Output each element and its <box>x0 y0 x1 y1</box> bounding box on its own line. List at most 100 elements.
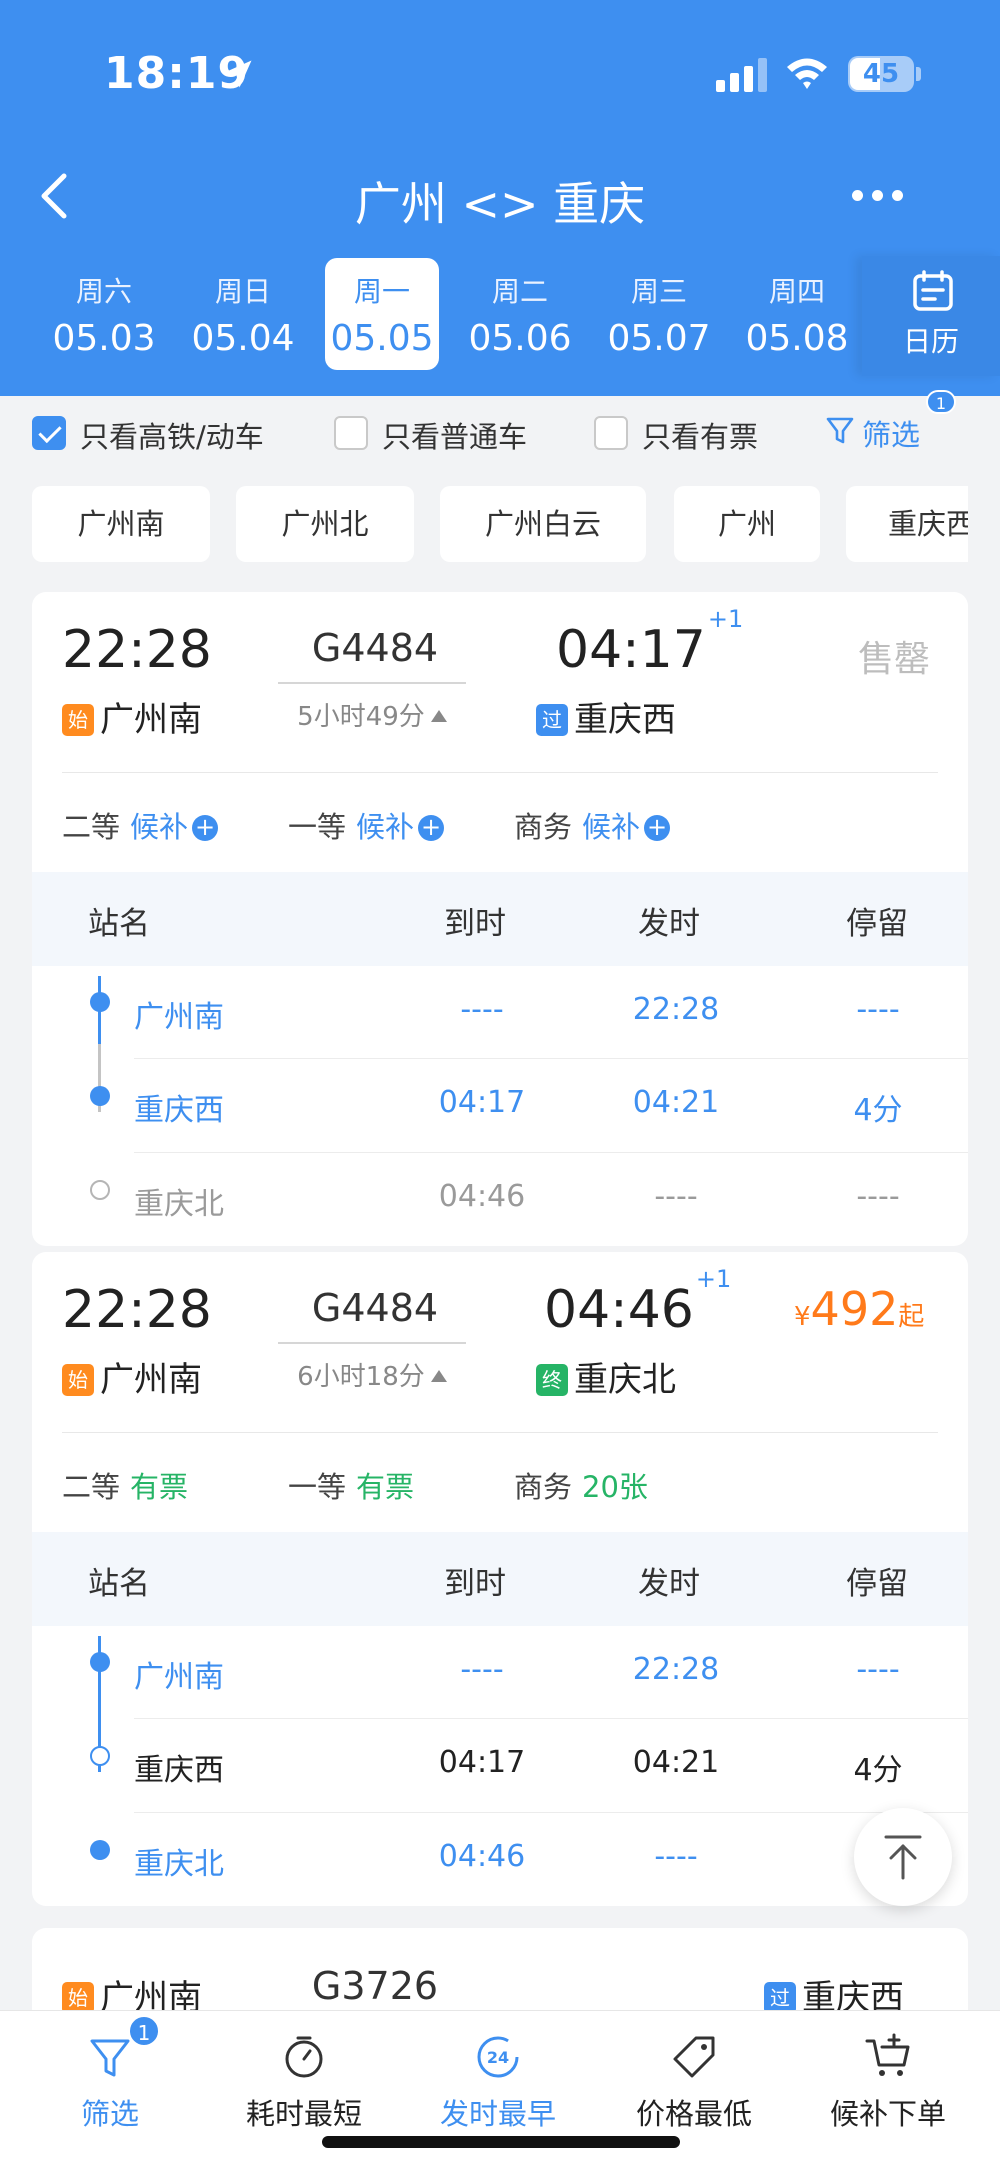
duration-line <box>278 1342 466 1344</box>
station-chip-guangzhoubaiyun[interactable]: 广州白云 <box>440 486 646 562</box>
price-value: 492 <box>810 1282 899 1336</box>
duration[interactable]: 5小时49分 <box>278 696 466 733</box>
checkbox-label: 只看有票 <box>642 420 759 454</box>
tab-filter-badge: 1 <box>128 2015 160 2047</box>
train-number: G4484 <box>311 626 439 670</box>
pass-badge: 过 <box>536 704 568 736</box>
train-card-2[interactable]: 22:28 G4484 6小时18分 04:46+1 ¥492起 始广州南 终重… <box>32 1252 968 1906</box>
tab-earliest-departure[interactable]: 24 发时最早 <box>398 2011 598 2131</box>
seat-availability: 有票 <box>130 1470 189 1504</box>
arrival-time-text: 04:17 <box>556 620 706 680</box>
filter-icon <box>90 2039 130 2077</box>
date-item-0508[interactable]: 周四 05.08 <box>740 258 854 370</box>
signal-icon <box>716 58 767 92</box>
duration-text: 5小时49分 <box>297 702 425 732</box>
stop-row: 重庆北 04:46 ---- <box>32 1813 968 1906</box>
seat-second-class[interactable]: 二等 有票 <box>62 1464 188 1506</box>
date-item-0507[interactable]: 周三 05.07 <box>602 258 716 370</box>
seat-business-class[interactable]: 商务 候补 + <box>514 804 671 846</box>
date-item-0506[interactable]: 周二 05.06 <box>463 258 577 370</box>
checkbox-label: 只看高铁/动车 <box>80 420 264 454</box>
station-chip-guangzhoubei[interactable]: 广州北 <box>236 486 414 562</box>
stop-name: 重庆西 <box>134 1753 224 1788</box>
calendar-label: 日历 <box>902 325 959 358</box>
from-station-name: 广州南 <box>100 700 202 740</box>
tab-lowest-price[interactable]: 价格最低 <box>594 2011 794 2131</box>
station-chip-guangzhounan[interactable]: 广州南 <box>32 486 210 562</box>
tab-shortest-duration[interactable]: 耗时最短 <box>204 2011 404 2131</box>
stop-node <box>90 1652 110 1672</box>
seat-name: 一等 <box>288 810 347 844</box>
timer-icon <box>285 2036 323 2078</box>
tab-label: 筛选 <box>80 2097 139 2131</box>
stop-depart: 22:28 <box>632 992 720 1027</box>
header-depart: 发时 <box>638 906 700 942</box>
stop-table-header: 站名 到时 发时 停留 <box>32 872 968 966</box>
stop-node <box>90 1180 110 1200</box>
seat-availability: 候补 <box>130 810 189 844</box>
checkbox-box[interactable] <box>334 416 368 450</box>
stop-row: 重庆西 04:17 04:21 4分 <box>32 1059 968 1152</box>
more-icon[interactable] <box>850 186 906 206</box>
stop-stay: ---- <box>856 1652 900 1687</box>
seat-name: 商务 <box>514 810 573 844</box>
cart-icon <box>865 2033 910 2076</box>
location-arrow-icon <box>224 60 252 88</box>
stop-row: 重庆西 04:17 04:21 4分 <box>32 1719 968 1812</box>
tab-waitlist-order[interactable]: 候补下单 <box>788 2011 988 2131</box>
calendar-button[interactable]: 日历 <box>862 256 1000 376</box>
duration[interactable]: 6小时18分 <box>278 1356 466 1393</box>
seat-business-class[interactable]: 商务 20张 <box>514 1464 648 1506</box>
battery-indicator: 45 <box>848 56 914 92</box>
plus-icon: + <box>418 815 445 841</box>
stop-row: 广州南 ---- 22:28 ---- <box>32 966 968 1059</box>
header: 18:19 45 广州 <> 重庆 周六 05.03 周日 05.04 周一 0… <box>0 0 1000 396</box>
origin-badge: 始 <box>62 1364 94 1396</box>
checkbox-box-checked[interactable] <box>32 416 66 450</box>
checkbox-box[interactable] <box>594 416 628 450</box>
tab-filter[interactable]: 1 筛选 <box>10 2011 210 2131</box>
date-item-0505-selected[interactable]: 周一 05.05 <box>325 258 439 370</box>
divider <box>62 1432 938 1433</box>
price-symbol: ¥ <box>794 1302 811 1332</box>
date-weekday: 周四 <box>768 275 825 308</box>
seat-name: 二等 <box>62 1470 121 1504</box>
header-station: 站名 <box>88 1566 150 1602</box>
stop-name: 广州南 <box>134 1000 224 1035</box>
station-chip-chongqingxi[interactable]: 重庆西 <box>846 486 968 562</box>
seat-first-class[interactable]: 一等 有票 <box>288 1464 414 1506</box>
tab-label: 发时最早 <box>439 2097 556 2131</box>
date-item-0504[interactable]: 周日 05.04 <box>186 258 300 370</box>
seat-second-class[interactable]: 二等 候补 + <box>62 804 219 846</box>
date-value: 05.03 <box>52 318 156 359</box>
date-value: 05.06 <box>468 318 572 359</box>
filter-row: 只看高铁/动车 只看普通车 只看有票 筛选 1 <box>0 390 1000 470</box>
date-item-0503[interactable]: 周六 05.03 <box>47 258 161 370</box>
stop-node <box>90 1746 110 1766</box>
seat-name: 二等 <box>62 810 121 844</box>
filter-icon <box>826 417 854 444</box>
stop-name: 重庆北 <box>134 1187 224 1222</box>
wifi-icon <box>787 58 827 89</box>
station-chip-guangzhou[interactable]: 广州 <box>674 486 820 562</box>
seat-name: 一等 <box>288 1470 347 1504</box>
plus-icon: + <box>192 815 219 841</box>
price-suffix: 起 <box>898 1302 925 1332</box>
stop-stay: 4分 <box>853 1093 903 1128</box>
date-weekday: 周日 <box>214 275 271 308</box>
date-weekday: 周一 <box>353 275 410 308</box>
date-strip: 周六 05.03 周日 05.04 周一 05.05 周二 05.06 周三 0… <box>0 256 1000 376</box>
date-weekday: 周二 <box>491 275 548 308</box>
arrival-time: 04:17+1 <box>556 605 743 680</box>
date-value: 05.05 <box>330 318 434 359</box>
header-stay: 停留 <box>846 1566 908 1602</box>
stop-arrive: 04:46 <box>438 1839 526 1874</box>
battery-nub <box>916 67 921 81</box>
header-depart: 发时 <box>638 1566 700 1602</box>
train-card-1[interactable]: 22:28 G4484 5小时49分 04:17+1 售罄 始广州南 过重庆西 … <box>32 592 968 1246</box>
stop-arrive: ---- <box>460 992 504 1027</box>
stop-name: 重庆北 <box>134 1847 224 1882</box>
scroll-to-top-button[interactable] <box>854 1808 952 1906</box>
stop-stay: ---- <box>856 1179 900 1214</box>
seat-first-class[interactable]: 一等 候补 + <box>288 804 445 846</box>
